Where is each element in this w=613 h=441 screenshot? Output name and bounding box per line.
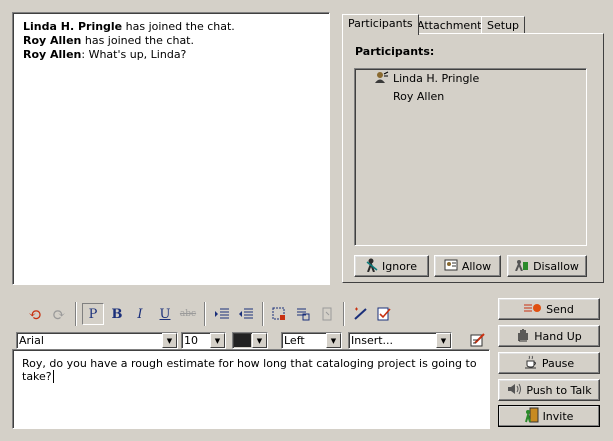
push-to-talk-label: Push to Talk (526, 383, 592, 397)
insert-select[interactable]: Insert... ▼ (348, 332, 452, 349)
invite-door-icon (524, 407, 539, 425)
tab-setup[interactable]: Setup (481, 16, 526, 34)
spellcheck-icon[interactable] (350, 303, 372, 325)
participants-list[interactable]: Linda H. Pringle Roy Allen (354, 68, 587, 246)
ignore-button[interactable]: Ignore (354, 255, 429, 277)
disallow-icon (515, 259, 529, 273)
participant-item[interactable]: Linda H. Pringle (393, 72, 479, 85)
disallow-label: Disallow (533, 259, 579, 273)
color-swatch (234, 334, 251, 347)
redo-icon[interactable]: ⟳ (48, 303, 70, 325)
indent-icon[interactable] (211, 303, 233, 325)
chevron-down-icon: ▼ (210, 333, 225, 348)
chevron-down-icon: ▼ (162, 333, 177, 348)
pause-label: Pause (541, 356, 575, 370)
italic-icon[interactable]: I (129, 303, 151, 325)
tab-participants[interactable]: Participants (342, 14, 419, 35)
underline-icon[interactable]: U (154, 303, 176, 325)
checklist-icon[interactable] (373, 303, 395, 325)
send-button[interactable]: Send (498, 298, 600, 320)
color-select[interactable]: ▼ (232, 332, 268, 349)
plain-text-icon[interactable]: P (82, 303, 104, 325)
allow-button[interactable]: Allow (434, 255, 501, 277)
align-value: Left (284, 334, 305, 347)
pause-button[interactable]: Pause (498, 352, 600, 374)
outdent-icon[interactable] (235, 303, 257, 325)
send-icon (524, 303, 542, 315)
allow-label: Allow (461, 259, 492, 273)
text-cursor (52, 370, 58, 383)
select-area-icon[interactable] (268, 303, 290, 325)
font-value: Arial (19, 334, 44, 347)
invite-label: Invite (542, 409, 574, 423)
ignore-icon (366, 258, 378, 274)
chevron-down-icon: ▼ (436, 333, 451, 348)
disallow-button[interactable]: Disallow (507, 255, 587, 277)
toolbar-separator (75, 302, 77, 326)
chat-message: Roy Allen: What's up, Linda? (23, 48, 187, 61)
format-toolbar: ⟲ ⟳ P B I U abc (12, 297, 490, 330)
speaker-icon (506, 383, 522, 397)
participants-label: Participants: (355, 45, 435, 58)
clipboard-icon[interactable] (316, 303, 338, 325)
hand-up-button[interactable]: Hand Up (498, 325, 600, 347)
size-select[interactable]: 10 ▼ (181, 332, 226, 349)
size-value: 10 (184, 334, 198, 347)
speaking-person-icon (375, 71, 389, 86)
align-select[interactable]: Left ▼ (281, 332, 342, 349)
toolbar-separator (343, 302, 345, 326)
insert-value: Insert... (351, 334, 394, 347)
message-input[interactable]: Roy, do you have a rough estimate for ho… (12, 349, 490, 429)
chevron-down-icon: ▼ (252, 333, 267, 348)
send-label: Send (546, 302, 574, 316)
ignore-label: Ignore (382, 259, 417, 273)
strikethrough-icon[interactable]: abc (177, 303, 199, 325)
chat-transcript[interactable]: Linda H. Pringle has joined the chat. Ro… (12, 12, 330, 285)
bold-icon[interactable]: B (106, 303, 128, 325)
allow-icon (444, 259, 458, 273)
hand-icon (516, 328, 530, 344)
edit-note-icon[interactable] (469, 331, 487, 349)
participant-item[interactable]: Roy Allen (393, 90, 444, 103)
toolbar-separator (204, 302, 206, 326)
message-text: Roy, do you have a rough estimate for ho… (22, 357, 477, 383)
undo-icon[interactable]: ⟲ (24, 303, 46, 325)
toolbar-separator (262, 302, 264, 326)
invite-button[interactable]: Invite (498, 405, 600, 427)
coffee-cup-icon (524, 355, 538, 371)
hand-up-label: Hand Up (534, 329, 582, 343)
chat-message: Roy Allen has joined the chat. (23, 34, 194, 47)
chat-message: Linda H. Pringle has joined the chat. (23, 20, 235, 33)
font-select[interactable]: Arial ▼ (16, 332, 178, 349)
chevron-down-icon: ▼ (326, 333, 341, 348)
table-icon[interactable] (292, 303, 314, 325)
push-to-talk-button[interactable]: Push to Talk (498, 379, 600, 401)
